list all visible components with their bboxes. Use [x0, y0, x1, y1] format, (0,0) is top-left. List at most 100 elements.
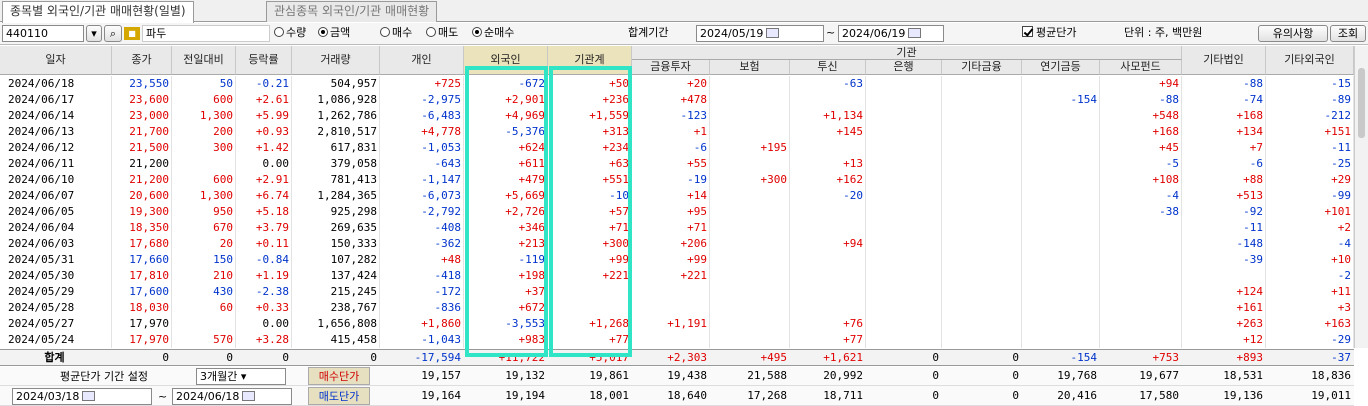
- cell-금융투자: +95: [687, 205, 707, 218]
- cell-투신: [790, 268, 866, 284]
- cell-기타외국인: -99: [1331, 189, 1351, 202]
- cell-기타금융: [942, 332, 1022, 348]
- radio-buy[interactable]: 매수: [380, 25, 412, 42]
- table-row[interactable]: 2024/06/03 17,680 20 +0.11 150,333 -362 +213 +3…: [0, 236, 1354, 252]
- calendar-icon[interactable]: [908, 28, 922, 38]
- table-row[interactable]: 2024/05/27 17,970 0.00 1,656,808 +1,860 -3,55…: [0, 316, 1354, 332]
- table-row[interactable]: 2024/06/10 21,200 600 +2.91 781,413 -1,147 +47…: [0, 172, 1354, 188]
- data-table: 2024/06/18 23,550 50 -0.21 504,957 +725 -672 +5…: [0, 76, 1354, 348]
- calendar-icon[interactable]: [82, 391, 96, 401]
- calendar-icon[interactable]: [766, 28, 780, 38]
- cell-기타법인: -148: [1236, 237, 1264, 250]
- cell-전일대비: 670: [213, 221, 233, 234]
- column-header-13[interactable]: 연기금등: [1022, 60, 1100, 75]
- column-header-9[interactable]: 보험: [710, 60, 790, 75]
- avg-price-checkbox[interactable]: 평균단가: [1022, 25, 1076, 42]
- cell-투신: +94: [843, 237, 863, 250]
- cell-기관계: +221: [602, 269, 630, 282]
- cell-거래량: 617,831: [330, 141, 377, 154]
- cell-투신: +145: [836, 125, 864, 138]
- column-header-11[interactable]: 은행: [866, 60, 942, 75]
- vertical-scrollbar[interactable]: [1354, 46, 1368, 348]
- column-header-10[interactable]: 투신: [790, 60, 866, 75]
- stock-code-input[interactable]: 440110: [2, 25, 84, 42]
- cell-기타금융: [942, 156, 1022, 172]
- avg-start-date-input[interactable]: 2024/03/18: [12, 388, 152, 405]
- column-header-6[interactable]: 외국인: [464, 46, 548, 75]
- sum-cell: +5,017: [589, 351, 629, 364]
- buy-avg-cell: 18,836: [1311, 369, 1351, 382]
- cell-금융투자: +55: [687, 157, 707, 170]
- radio-quantity[interactable]: 수량: [274, 25, 306, 42]
- sell-avg-cell: 17,268: [747, 389, 787, 402]
- start-date-input[interactable]: 2024/05/19: [696, 25, 824, 42]
- radio-net-buy[interactable]: 순매수: [472, 25, 514, 42]
- sell-avg-cell: 19,164: [421, 389, 461, 402]
- dropdown-icon[interactable]: ▾: [86, 25, 102, 42]
- table-row[interactable]: 2024/06/04 18,350 670 +3.79 269,635 -408 +346 +…: [0, 220, 1354, 236]
- column-header-0[interactable]: 일자: [0, 46, 112, 75]
- cell-금융투자: +478: [680, 93, 708, 106]
- table-row[interactable]: 2024/06/14 23,000 1,300 +5.99 1,262,786 -6,48…: [0, 108, 1354, 124]
- cell-사모펀드: [1100, 268, 1182, 284]
- table-row[interactable]: 2024/06/07 20,600 1,300 +6.74 1,284,365 -6,07…: [0, 188, 1354, 204]
- cell-연기금등: [1022, 204, 1100, 220]
- table-row[interactable]: 2024/06/13 21,700 200 +0.93 2,810,517 +4,778 -…: [0, 124, 1354, 140]
- column-header-12[interactable]: 기타금융: [942, 60, 1022, 75]
- table-row[interactable]: 2024/06/18 23,550 50 -0.21 504,957 +725 -672 +5…: [0, 76, 1354, 92]
- table-row[interactable]: 2024/05/30 17,810 210 +1.19 137,424 -418 +198 +…: [0, 268, 1354, 284]
- table-row[interactable]: 2024/06/11 21,200 0.00 379,058 -643 +611 +63 +5…: [0, 156, 1354, 172]
- cell-기타외국인: -212: [1324, 109, 1352, 122]
- buy-avg-cell: 19,132: [505, 369, 545, 382]
- sum-cell: -154: [1070, 351, 1098, 364]
- cell-연기금등: [1022, 284, 1100, 300]
- cell-전일대비: 430: [213, 285, 233, 298]
- scroll-thumb[interactable]: [1358, 68, 1365, 138]
- column-header-15[interactable]: 기타법인: [1182, 46, 1266, 75]
- avg-period-select[interactable]: 3개월간 ▾: [196, 368, 286, 385]
- end-date-input[interactable]: 2024/06/19: [838, 25, 944, 42]
- table-row[interactable]: 2024/05/29 17,600 430 -2.38 215,245 -172 +37 +1…: [0, 284, 1354, 300]
- table-row[interactable]: 2024/06/05 19,300 950 +5.18 925,298 -2,792 +2,…: [0, 204, 1354, 220]
- cell-일자: 2024/06/13: [8, 125, 75, 138]
- table-row[interactable]: 2024/05/28 18,030 60 +0.33 238,767 -836 +672 +1…: [0, 300, 1354, 316]
- sum-row: 합계 0 0 0 0 -17,594 +11,722 +5,017 +2,303 +495 +1,6…: [0, 349, 1354, 366]
- cell-종가: 18,350: [129, 221, 169, 234]
- cell-기타법인: -6: [1249, 157, 1263, 170]
- avg-end-date-input[interactable]: 2024/06/18: [172, 388, 292, 405]
- column-header-14[interactable]: 사모펀드: [1100, 60, 1182, 75]
- cell-기타법인: -39: [1243, 253, 1263, 266]
- column-header-4[interactable]: 거래량: [292, 46, 380, 75]
- radio-sell[interactable]: 매도: [426, 25, 458, 42]
- column-header-5[interactable]: 개인: [380, 46, 464, 75]
- table-row[interactable]: 2024/06/17 23,600 600 +2.61 1,086,928 -2,975 +…: [0, 92, 1354, 108]
- cell-일자: 2024/06/18: [8, 77, 75, 90]
- column-header-1[interactable]: 종가: [112, 46, 172, 75]
- column-header-16[interactable]: 기타외국인: [1266, 46, 1354, 75]
- cell-기관계: +99: [609, 253, 629, 266]
- cell-기타법인: [1182, 268, 1266, 284]
- column-header-2[interactable]: 전일대비: [172, 46, 236, 75]
- calendar-icon[interactable]: [242, 391, 256, 401]
- cell-기타외국인: +29: [1331, 173, 1351, 186]
- column-header-8[interactable]: 금융투자: [632, 60, 710, 75]
- query-button[interactable]: 조회: [1330, 25, 1366, 42]
- table-row[interactable]: 2024/05/24 17,970 570 +3.28 415,458 -1,043 +98…: [0, 332, 1354, 348]
- tab-watchlist-trading[interactable]: 관심종목 외국인/기관 매매현황: [266, 1, 438, 22]
- notice-button[interactable]: 유의사항: [1258, 25, 1328, 42]
- column-header-3[interactable]: 등락률: [236, 46, 292, 75]
- cell-등락률: 0.00: [262, 317, 290, 330]
- search-icon[interactable]: ⌕: [104, 25, 122, 42]
- tab-daily-trading[interactable]: 종목별 외국인/기관 매매현황(일별): [2, 1, 194, 23]
- cell-은행: [866, 332, 942, 348]
- cell-일자: 2024/05/27: [8, 317, 75, 330]
- table-row[interactable]: 2024/06/12 21,500 300 +1.42 617,831 -1,053 +62…: [0, 140, 1354, 156]
- cell-전일대비: [172, 316, 236, 332]
- column-header-7[interactable]: 기관계: [548, 46, 632, 75]
- cell-거래량: 2,810,517: [317, 125, 377, 138]
- cell-기타외국인: +2: [1337, 221, 1351, 234]
- radio-amount[interactable]: 금액: [318, 25, 350, 42]
- table-row[interactable]: 2024/05/31 17,660 150 -0.84 107,282 +48 -119 +9…: [0, 252, 1354, 268]
- cell-종가: 17,970: [129, 333, 169, 346]
- cell-사모펀드: -4: [1165, 189, 1179, 202]
